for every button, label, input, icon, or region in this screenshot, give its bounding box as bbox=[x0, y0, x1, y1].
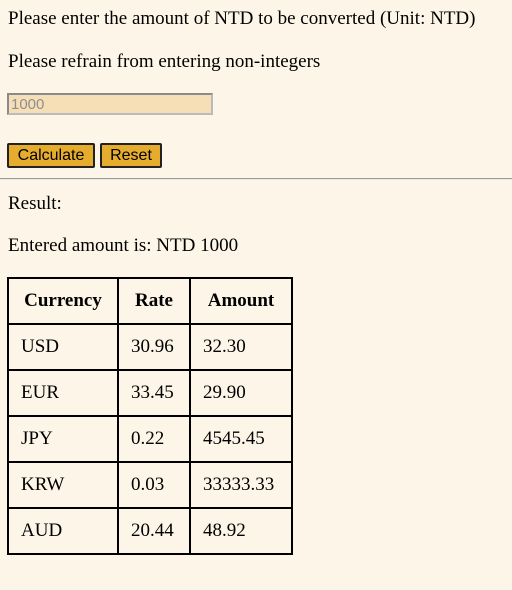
table-row: EUR 33.45 29.90 bbox=[7, 369, 293, 417]
result-label: Result: bbox=[8, 193, 62, 214]
currency-cell: USD bbox=[7, 323, 119, 371]
instruction-text: Please enter the amount of NTD to be con… bbox=[8, 8, 476, 29]
reset-button[interactable]: Reset bbox=[100, 143, 162, 168]
rate-cell: 20.44 bbox=[117, 507, 191, 555]
entered-amount-value: 1000 bbox=[200, 235, 239, 256]
amount-cell: 4545.45 bbox=[189, 415, 293, 463]
entered-amount-text: Entered amount is: NTD 1000 bbox=[8, 235, 238, 257]
calculate-button[interactable]: Calculate bbox=[7, 143, 95, 168]
amount-cell: 29.90 bbox=[189, 369, 293, 417]
amount-cell: 32.30 bbox=[189, 323, 293, 371]
currency-cell: KRW bbox=[7, 461, 119, 509]
currency-cell: EUR bbox=[7, 369, 119, 417]
table-row: AUD 20.44 48.92 bbox=[7, 507, 293, 555]
header-rate: Rate bbox=[117, 277, 191, 325]
amount-cell: 48.92 bbox=[189, 507, 293, 555]
rate-cell: 30.96 bbox=[117, 323, 191, 371]
entered-amount-prefix: Entered amount is: NTD bbox=[8, 235, 201, 256]
conversion-table: Currency Rate Amount USD 30.96 32.30 EUR… bbox=[7, 277, 293, 555]
currency-cell: JPY bbox=[7, 415, 119, 463]
currency-cell: AUD bbox=[7, 507, 119, 555]
rate-cell: 0.22 bbox=[117, 415, 191, 463]
divider bbox=[0, 178, 512, 180]
table-row: KRW 0.03 33333.33 bbox=[7, 461, 293, 509]
table-row: JPY 0.22 4545.45 bbox=[7, 415, 293, 463]
amount-input[interactable] bbox=[7, 93, 213, 115]
table-row: USD 30.96 32.30 bbox=[7, 323, 293, 371]
header-currency: Currency bbox=[7, 277, 119, 325]
integer-warning-text: Please refrain from entering non-integer… bbox=[8, 51, 321, 72]
table-header-row: Currency Rate Amount bbox=[7, 277, 293, 325]
rate-cell: 33.45 bbox=[117, 369, 191, 417]
rate-cell: 0.03 bbox=[117, 461, 191, 509]
header-amount: Amount bbox=[189, 277, 293, 325]
amount-cell: 33333.33 bbox=[189, 461, 293, 509]
